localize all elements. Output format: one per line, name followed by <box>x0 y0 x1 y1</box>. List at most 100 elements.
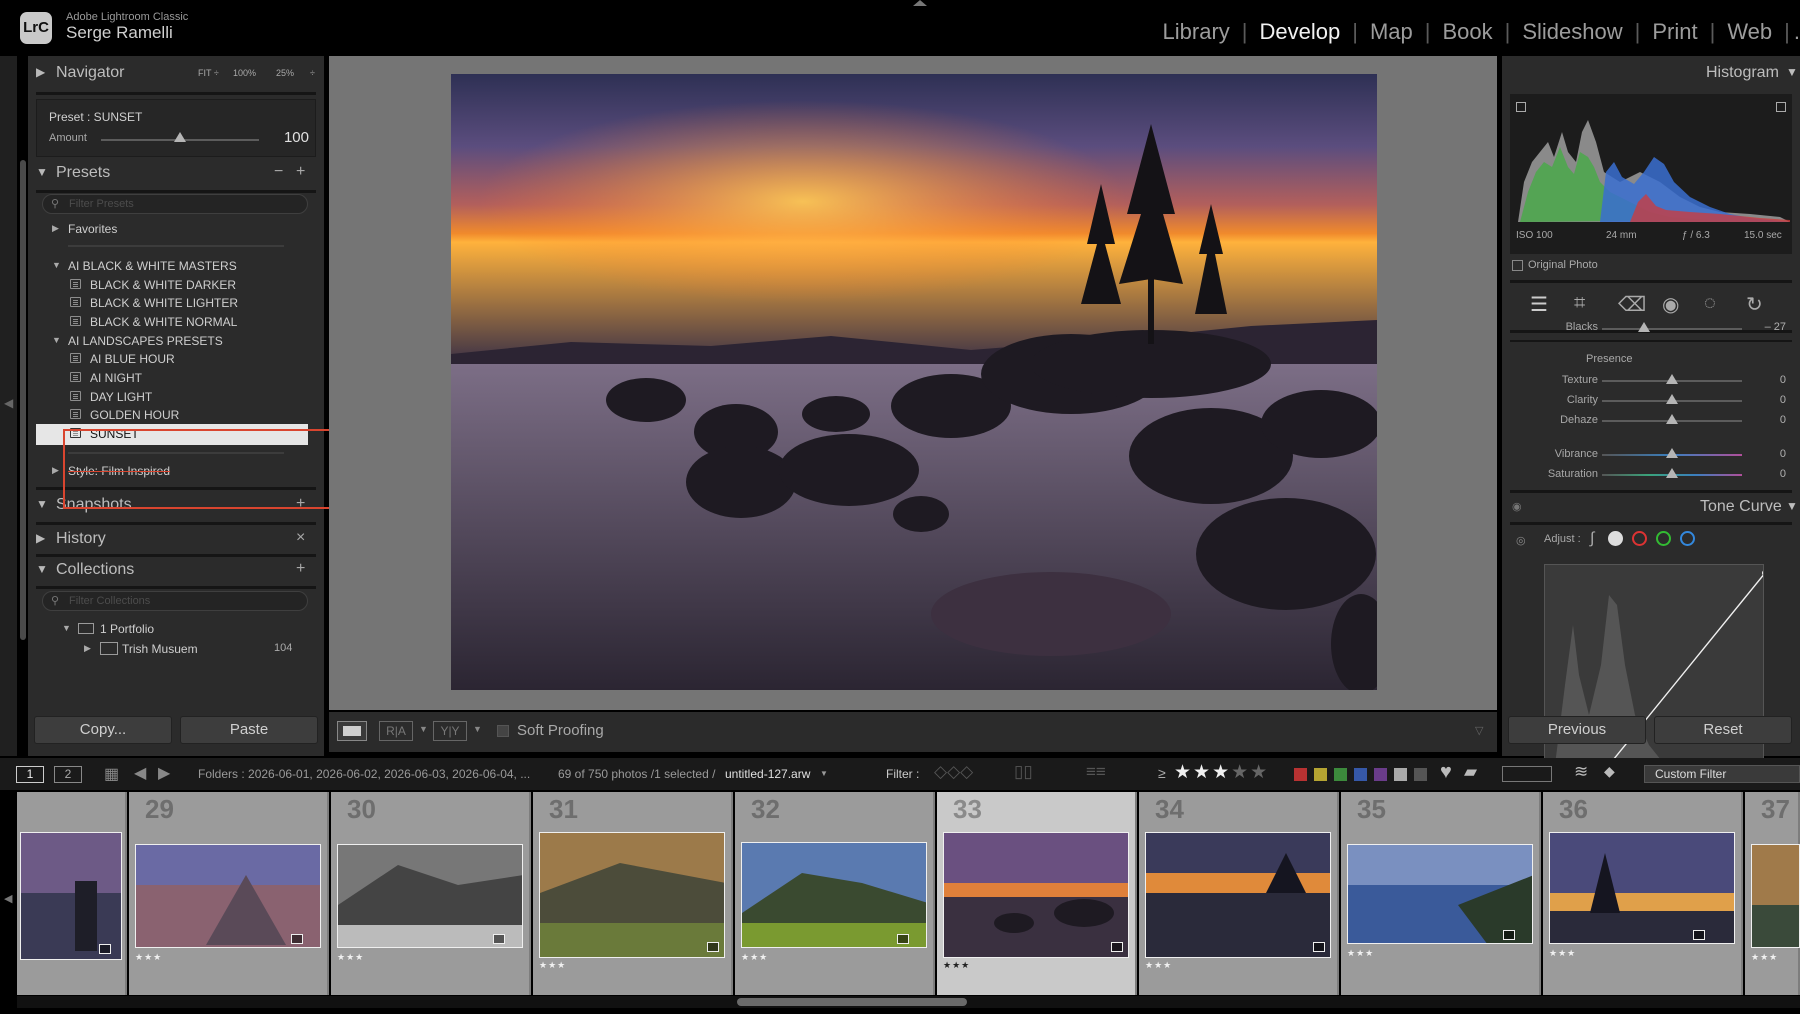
color-label-custom[interactable] <box>1394 768 1407 781</box>
saturation-value[interactable]: 0 <box>1746 468 1786 480</box>
crop-icon[interactable]: ⌗ <box>1574 292 1585 315</box>
image-canvas[interactable] <box>329 56 1497 710</box>
point-curve-blue[interactable] <box>1680 531 1695 546</box>
dropdown-icon[interactable]: ▼ <box>820 769 828 778</box>
preset-search-field[interactable]: ⚲ Filter Presets <box>42 194 308 214</box>
color-label-none[interactable] <box>1414 768 1427 781</box>
preset-ai-night[interactable]: AI NIGHT <box>28 368 324 389</box>
back-arrow-icon[interactable]: ◀ <box>134 763 146 783</box>
clarity-value[interactable]: 0 <box>1746 394 1786 406</box>
collection-item[interactable]: ▶ Trish Musuem 104 <box>28 639 324 660</box>
add-preset-button[interactable]: + <box>296 163 305 181</box>
grid-view-icon[interactable]: ▦ <box>104 764 119 784</box>
soft-proofing-checkbox[interactable] <box>497 725 509 737</box>
rating-filter-stars[interactable]: ★★★★★ <box>1174 761 1269 784</box>
preset-bw-lighter[interactable]: BLACK & WHITE LIGHTER <box>28 293 324 314</box>
reset-tool-icon[interactable]: ↻ <box>1746 292 1763 317</box>
visibility-eye-icon[interactable]: ◉ <box>1512 500 1522 513</box>
highlight-clipping-icon[interactable] <box>1776 102 1786 112</box>
collections-header[interactable]: ▼ Collections + <box>28 559 324 583</box>
navigator-header[interactable]: ▶ Navigator FIT ÷ 100% 25% ÷ <box>28 62 324 86</box>
texture-slider-thumb[interactable] <box>1666 374 1678 384</box>
healing-icon[interactable]: ⌫ <box>1618 292 1646 317</box>
left-panel-scrollbar[interactable] <box>20 160 26 640</box>
before-after-yy-button[interactable]: Y|Y <box>433 721 467 741</box>
selected-filename[interactable]: untitled-127.arw <box>725 767 810 781</box>
primary-display-button[interactable]: 1 <box>16 766 44 783</box>
color-label-purple[interactable] <box>1374 768 1387 781</box>
filmstrip-thumb-33-selected[interactable]: 33 ★★★ <box>937 792 1137 995</box>
add-collection-button[interactable]: + <box>296 560 305 578</box>
collapse-left-panel-icon[interactable]: ◀ <box>4 396 13 410</box>
filmstrip-scroll-left-icon[interactable]: ◀ <box>4 892 12 905</box>
loupe-view-button[interactable] <box>337 721 367 741</box>
module-web[interactable]: Web <box>1715 19 1784 45</box>
blacks-slider[interactable] <box>1602 328 1742 330</box>
edit-filter-icons[interactable]: ▯▯ <box>1014 762 1033 782</box>
stack-icon[interactable]: ≋ <box>1574 762 1588 782</box>
zoom-100[interactable]: 100% <box>233 68 256 78</box>
reset-button[interactable]: Reset <box>1654 716 1792 744</box>
zoom-25[interactable]: 25% <box>276 68 294 78</box>
preset-group-bw-masters[interactable]: ▼ AI BLACK & WHITE MASTERS <box>28 256 324 277</box>
preset-golden-hour[interactable]: GOLDEN HOUR <box>28 405 324 426</box>
dropdown-icon[interactable]: ▼ <box>419 724 428 734</box>
zoom-menu[interactable]: ÷ <box>310 68 315 78</box>
dehaze-value[interactable]: 0 <box>1746 414 1786 426</box>
color-label-blue[interactable] <box>1354 768 1367 781</box>
rating-operator[interactable]: ≥ <box>1158 765 1166 781</box>
filmstrip-thumb-34[interactable]: 34 ★★★ <box>1139 792 1339 995</box>
comment-icon[interactable]: ▰ <box>1464 762 1477 782</box>
parametric-curve-icon[interactable]: ∫ <box>1590 530 1594 548</box>
histogram-header[interactable]: Histogram ▼ <box>1502 62 1800 86</box>
filmstrip-thumb-35[interactable]: 35 ★★★ <box>1341 792 1541 995</box>
color-label-green[interactable] <box>1334 768 1347 781</box>
heart-icon[interactable]: ♥ <box>1440 761 1452 784</box>
point-curve-red[interactable] <box>1632 531 1647 546</box>
previous-button[interactable]: Previous <box>1508 716 1646 744</box>
module-map[interactable]: Map <box>1358 19 1425 45</box>
texture-value[interactable]: 0 <box>1746 374 1786 386</box>
history-header[interactable]: ▶ History × <box>28 528 324 552</box>
toolbar-menu-icon[interactable]: ▽ <box>1475 724 1483 737</box>
color-label-red[interactable] <box>1294 768 1307 781</box>
shadow-clipping-icon[interactable] <box>1516 102 1526 112</box>
dehaze-slider-thumb[interactable] <box>1666 414 1678 424</box>
presets-header[interactable]: ▼ Presets − + <box>28 162 324 186</box>
filmstrip-thumb-28[interactable] <box>17 792 127 995</box>
secondary-display-button[interactable]: 2 <box>54 766 82 783</box>
module-develop[interactable]: Develop <box>1248 19 1353 45</box>
paste-settings-button[interactable]: Paste <box>180 716 318 744</box>
original-photo-checkbox[interactable] <box>1512 260 1523 271</box>
point-curve-green[interactable] <box>1656 531 1671 546</box>
module-print[interactable]: Print <box>1640 19 1709 45</box>
filmstrip-thumb-36[interactable]: 36 ★★★ <box>1543 792 1743 995</box>
virtual-copy-filter[interactable] <box>1502 766 1552 782</box>
amount-value[interactable]: 100 <box>269 129 309 146</box>
filmstrip-scrollbar-track[interactable] <box>17 996 1800 1008</box>
collection-search-field[interactable]: ⚲ Filter Collections <box>42 591 308 611</box>
filmstrip-scrollbar-thumb[interactable] <box>737 998 967 1006</box>
masking-icon[interactable]: ◌ <box>1704 292 1716 315</box>
vibrance-slider-thumb[interactable] <box>1666 448 1678 458</box>
dropdown-icon[interactable]: ▼ <box>473 724 482 734</box>
vibrance-value[interactable]: 0 <box>1746 448 1786 460</box>
amount-slider-thumb[interactable] <box>174 132 186 142</box>
tone-curve-header[interactable]: ◉ Tone Curve ▼ <box>1502 496 1800 520</box>
custom-filter-dropdown[interactable]: Custom Filter <box>1644 765 1800 783</box>
filmstrip-thumb-31[interactable]: 31 ★★★ <box>533 792 733 995</box>
module-book[interactable]: Book <box>1430 19 1504 45</box>
red-eye-icon[interactable]: ◉ <box>1662 292 1679 317</box>
blacks-slider-thumb[interactable] <box>1638 322 1650 332</box>
clear-history-button[interactable]: × <box>296 529 305 547</box>
module-slideshow[interactable]: Slideshow <box>1510 19 1634 45</box>
preset-bw-normal[interactable]: BLACK & WHITE NORMAL <box>28 312 324 333</box>
saturation-slider-thumb[interactable] <box>1666 468 1678 478</box>
module-more[interactable]: . <box>1790 19 1800 45</box>
filmstrip-thumb-37[interactable]: 37 ★★★ <box>1745 792 1800 995</box>
copy-settings-button[interactable]: Copy... <box>34 716 172 744</box>
edit-sliders-icon[interactable]: ☰ <box>1530 292 1548 317</box>
filmstrip-source[interactable]: Folders : 2026-06-01, 2026-06-02, 2026-0… <box>198 767 530 781</box>
filmstrip-thumb-29[interactable]: 29 ★★★ <box>129 792 329 995</box>
sliders-filter-icons[interactable]: ≡≡ <box>1086 762 1106 782</box>
